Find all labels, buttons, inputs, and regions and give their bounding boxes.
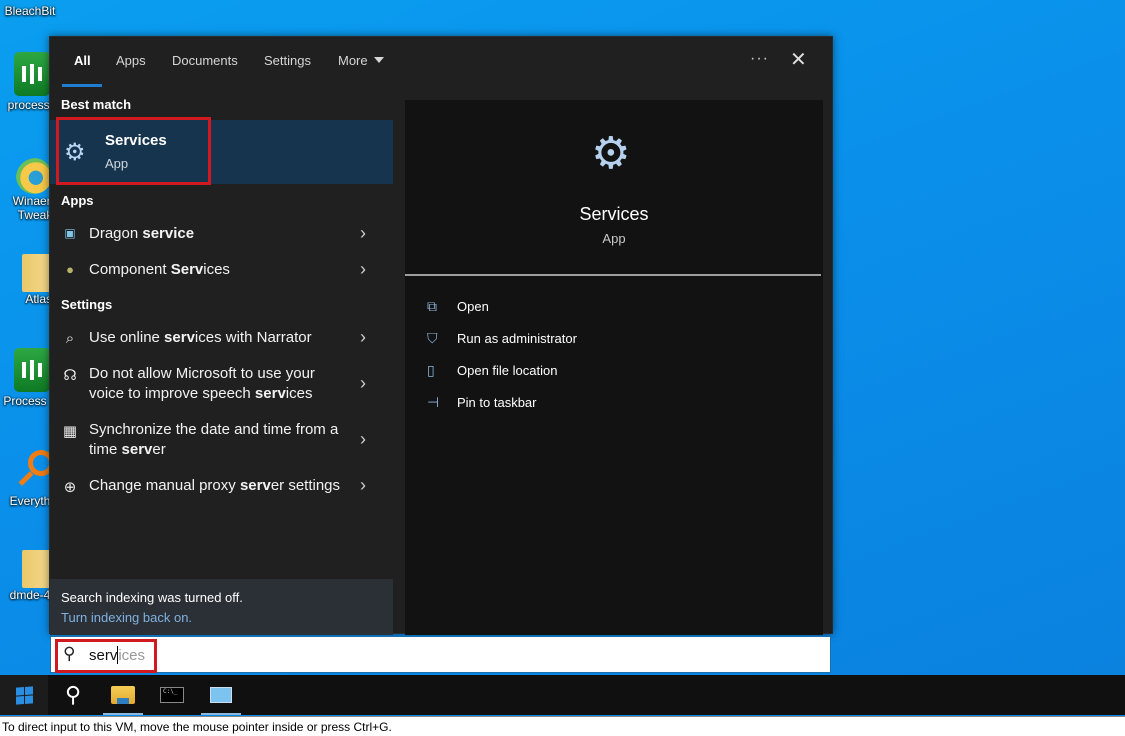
result-speech-services[interactable]: ☊ Do not allow Microsoft to use your voi… (50, 364, 393, 408)
indexing-notice-text: Search indexing was turned off. (61, 590, 243, 605)
search-icon: ⚲ (63, 644, 76, 663)
process-lasso-icon (14, 348, 50, 392)
windows-logo-icon (15, 685, 33, 705)
more-options-button[interactable]: ··· (750, 50, 769, 68)
indexing-notice: Search indexing was turned off. Turn ind… (50, 579, 393, 635)
search-typed-text: serv (89, 647, 118, 664)
result-label: Synchronize the date and time from a tim… (89, 421, 339, 458)
desktop-icon-bleachbit[interactable]: BleachBit (0, 4, 60, 18)
globe-icon: ⊕ (63, 479, 77, 496)
start-button[interactable] (0, 675, 48, 715)
best-match-services[interactable]: ⚙ Services App (50, 120, 393, 184)
preview-divider (405, 274, 821, 276)
taskbar: ⚲ C:\_ (0, 675, 1125, 715)
search-input[interactable]: ⚲ services (50, 636, 831, 673)
desktop-icon-label: BleachBit (4, 4, 56, 18)
chevron-right-icon[interactable]: › (360, 259, 366, 280)
preview-title: Services (579, 204, 649, 224)
speech-icon: ☊ (63, 367, 77, 384)
tab-more-label: More (338, 53, 368, 68)
result-component-services[interactable]: ● Component Services › (50, 259, 393, 284)
result-label: Do not allow Microsoft to use your voice… (89, 365, 315, 402)
vm-status-bar: To direct input to this VM, move the mou… (0, 716, 1125, 736)
tab-apps[interactable]: Apps (116, 53, 146, 68)
taskbar-command-prompt[interactable]: C:\_ (148, 675, 196, 715)
services-gear-icon: ⚙ (591, 129, 631, 178)
caret-down-icon (373, 57, 384, 63)
chevron-right-icon[interactable]: › (360, 373, 366, 394)
search-icon: ⚲ (64, 682, 82, 707)
search-autocomplete-hint: ices (118, 647, 146, 664)
settings-heading: Settings (61, 297, 113, 312)
file-explorer-icon (111, 686, 135, 704)
services-app-icon (210, 687, 232, 703)
turn-indexing-on-link[interactable]: Turn indexing back on. (61, 610, 192, 625)
preview-pane: ⚙ Services App ⧉ Open ⛉ Run as administrat… (405, 100, 823, 635)
result-label: Change manual proxy server settings (89, 477, 341, 494)
chevron-right-icon[interactable]: › (360, 429, 366, 450)
action-run-as-administrator[interactable]: ⛉ Run as administrator (427, 330, 577, 347)
best-match-type: App (105, 156, 129, 171)
tab-settings[interactable]: Settings (264, 53, 311, 68)
folder-icon (22, 254, 52, 292)
running-indicator (201, 713, 241, 715)
chevron-right-icon[interactable]: › (360, 223, 366, 244)
action-label: Run as administrator (457, 331, 577, 346)
best-match-name: Services (105, 132, 167, 149)
taskbar-search-button[interactable]: ⚲ (49, 675, 97, 715)
tab-documents[interactable]: Documents (172, 53, 238, 68)
result-label: Component Services (89, 261, 230, 278)
search-text: services (89, 646, 145, 664)
result-label: Dragon service (89, 225, 195, 242)
everything-search-icon (14, 450, 54, 494)
file-location-icon: ▯ (427, 362, 435, 378)
action-label: Open file location (457, 363, 558, 378)
chevron-right-icon[interactable]: › (360, 475, 366, 496)
running-indicator (103, 713, 143, 715)
pin-icon: ⊣ (427, 394, 440, 410)
result-narrator-online-services[interactable]: ⌕ Use online services with Narrator › (50, 327, 393, 352)
process-lasso-icon (14, 52, 50, 96)
tab-more[interactable]: More (338, 53, 384, 68)
result-proxy-server[interactable]: ⊕ Change manual proxy server settings › (50, 475, 393, 500)
action-pin-to-taskbar[interactable]: ⊣ Pin to taskbar (427, 394, 537, 411)
folder-icon (22, 550, 52, 588)
component-services-icon: ● (66, 262, 74, 277)
close-button[interactable]: ✕ (790, 47, 807, 72)
services-gear-icon: ⚙ (64, 139, 86, 166)
taskbar-services[interactable] (197, 675, 245, 715)
results-list: Best match ⚙ Services App Apps ▣ Dragon … (50, 87, 393, 635)
shield-icon: ⛉ (427, 330, 438, 346)
preview-subtitle: App (602, 231, 626, 246)
action-open-file-location[interactable]: ▯ Open file location (427, 362, 557, 379)
apps-heading: Apps (61, 193, 94, 208)
chevron-right-icon[interactable]: › (360, 327, 366, 348)
action-label: Pin to taskbar (457, 395, 537, 410)
result-time-server[interactable]: ▦ Synchronize the date and time from a t… (50, 420, 393, 464)
action-label: Open (457, 299, 489, 314)
tab-all[interactable]: All (74, 53, 91, 68)
result-label: Use online services with Narrator (89, 329, 312, 346)
open-icon: ⧉ (427, 298, 437, 314)
search-tabs: All Apps Documents Settings More ··· ✕ (50, 37, 832, 87)
result-dragon-service[interactable]: ▣ Dragon service › (50, 223, 393, 248)
search-panel: All Apps Documents Settings More ··· ✕ B… (49, 36, 833, 635)
command-prompt-icon: C:\_ (160, 687, 184, 703)
calendar-clock-icon: ▦ (62, 423, 78, 440)
action-open[interactable]: ⧉ Open (427, 298, 489, 315)
dragon-icon: ▣ (64, 226, 76, 240)
taskbar-file-explorer[interactable] (99, 675, 147, 715)
narrator-icon: ⌕ (65, 330, 75, 347)
winaero-icon (16, 158, 52, 194)
best-match-heading: Best match (61, 97, 132, 112)
